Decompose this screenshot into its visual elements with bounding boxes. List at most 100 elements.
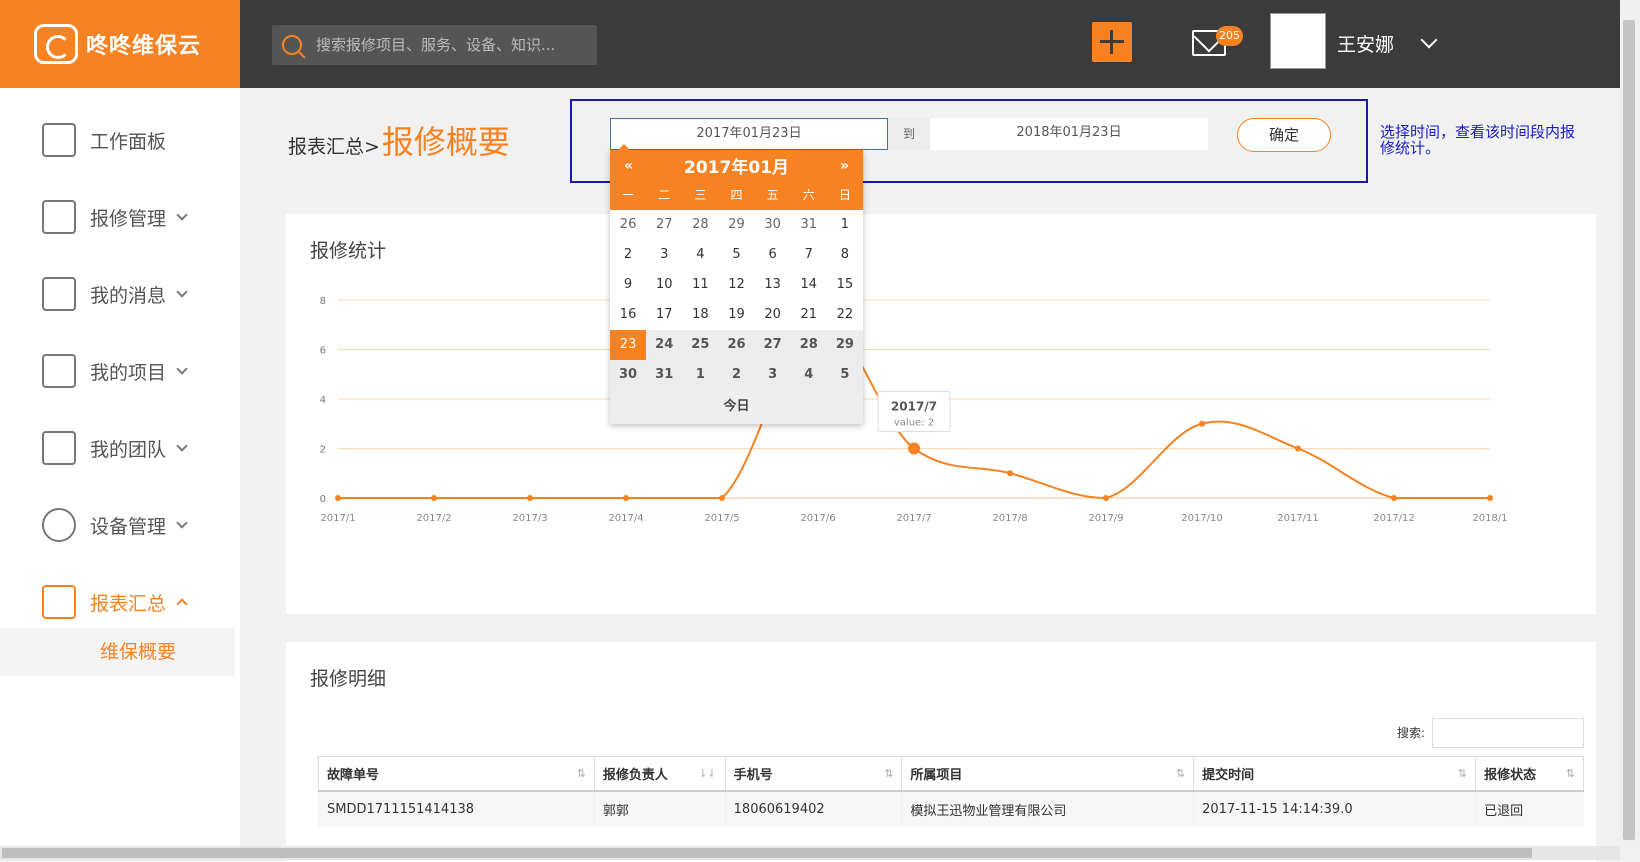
datepicker-day[interactable]: 18 <box>682 300 718 330</box>
avatar[interactable] <box>1270 13 1326 69</box>
datepicker-day[interactable]: 14 <box>791 270 827 300</box>
vertical-scroll-thumb[interactable] <box>1623 20 1635 840</box>
datepicker-day[interactable]: 8 <box>827 240 863 270</box>
datepicker-day[interactable]: 28 <box>682 210 718 240</box>
sidebar-subitem-maintenance-summary[interactable]: 维保概要 <box>0 628 235 676</box>
column-header[interactable]: 提交时间 ⇅ <box>1193 756 1477 792</box>
repair-detail-table: 故障单号 ⇅ 报修负责人 ⇂⇃ 手机号 ⇅ 所属项目 ⇅ 提交时间 ⇅ 报修状态 ⇅ SMDD1711… <box>318 756 1584 827</box>
date-range-hint: 选择时间，查看该时间段内报修统计。 <box>1380 123 1576 157</box>
datepicker-day[interactable]: 1 <box>827 210 863 240</box>
datepicker-day[interactable]: 29 <box>826 330 863 360</box>
datepicker-day[interactable]: 10 <box>646 270 682 300</box>
weekday-label: 日 <box>838 188 851 202</box>
global-search[interactable] <box>272 25 597 65</box>
weekday-label: 二 <box>658 188 671 202</box>
datepicker-day[interactable]: 2 <box>610 240 646 270</box>
datepicker-day[interactable]: 20 <box>755 300 791 330</box>
sidebar-item-messages[interactable]: 我的消息 <box>42 274 188 314</box>
column-header[interactable]: 手机号 ⇅ <box>724 756 903 792</box>
sidebar-item-equipment[interactable]: 设备管理 <box>42 505 188 545</box>
datepicker-day[interactable]: 12 <box>718 270 754 300</box>
datepicker-prev-button[interactable]: « <box>624 158 633 174</box>
datepicker-day[interactable]: 9 <box>610 270 646 300</box>
datepicker-day[interactable]: 23 <box>610 330 647 360</box>
chevron-down-icon[interactable] <box>1420 31 1438 49</box>
clipboard-icon <box>42 354 76 388</box>
weekday-label: 六 <box>802 188 815 202</box>
x-tick-label: 2017/9 <box>1088 513 1123 524</box>
datepicker-day[interactable]: 5 <box>826 360 863 390</box>
column-header-label: 故障单号 <box>327 767 380 783</box>
brand-logo[interactable]: 咚咚维保云 <box>0 0 240 88</box>
sidebar-item-label: 设备管理 <box>90 515 167 538</box>
datepicker-day[interactable]: 17 <box>646 300 682 330</box>
datepicker-day[interactable]: 21 <box>791 300 827 330</box>
table-search-input[interactable] <box>1432 718 1584 748</box>
datepicker-day[interactable]: 26 <box>718 330 755 360</box>
sort-icon[interactable]: ⇅ <box>1566 767 1575 780</box>
sort-icon[interactable]: ⇅ <box>884 767 893 780</box>
datepicker-day[interactable]: 1 <box>682 360 719 390</box>
sidebar-item-repairs[interactable]: 报修管理 <box>42 197 188 237</box>
datepicker-day[interactable]: 24 <box>646 330 683 360</box>
x-tick-label: 2017/10 <box>1181 513 1223 524</box>
datepicker-month-title[interactable]: 2017年01月 <box>684 153 789 178</box>
sort-icon[interactable]: ⇅ <box>577 767 586 780</box>
end-date-input[interactable]: 2018年01月23日 <box>930 118 1208 150</box>
column-header[interactable]: 故障单号 ⇅ <box>318 756 595 792</box>
vertical-scrollbar[interactable] <box>1620 0 1640 846</box>
datepicker-day[interactable]: 30 <box>755 210 791 240</box>
datepicker-day[interactable]: 6 <box>755 240 791 270</box>
datepicker-day[interactable]: 22 <box>827 300 863 330</box>
datepicker-weekdays: 一二三四五六日 <box>610 181 863 210</box>
sort-icon[interactable]: ⇅ <box>1458 767 1467 780</box>
datepicker-day[interactable]: 31 <box>646 360 683 390</box>
datepicker-day[interactable]: 31 <box>791 210 827 240</box>
start-date-input[interactable]: 2017年01月23日 <box>610 118 888 150</box>
datepicker-next-button[interactable]: » <box>840 158 849 174</box>
confirm-button[interactable]: 确定 <box>1237 118 1331 152</box>
datepicker-day[interactable]: 3 <box>646 240 682 270</box>
repair-stats-line-chart: 024682017/1 2017/2 2017/3 2017/4 2017/5 2017/… <box>320 296 1508 524</box>
datepicker-popup[interactable]: « 2017年01月 » 一二三四五六日 26 27 28 29 30 31 1 2 3 4 5 6 7… <box>610 144 863 424</box>
breadcrumb-parent[interactable]: 报表汇总> <box>288 132 380 159</box>
datepicker-day[interactable]: 7 <box>791 240 827 270</box>
datepicker-day[interactable]: 27 <box>754 330 791 360</box>
datepicker-day[interactable]: 25 <box>682 330 719 360</box>
sidebar-item-dashboard[interactable]: 工作面板 <box>42 120 166 160</box>
sort-icon[interactable]: ⇂⇃ <box>698 767 716 780</box>
datepicker-days: 26 27 28 29 30 31 1 2 3 4 5 6 7 8 9 10 11 12 13 14 15 16 17 18 1… <box>610 210 863 390</box>
datepicker-day[interactable]: 15 <box>827 270 863 300</box>
column-header[interactable]: 报修状态 ⇅ <box>1475 756 1584 792</box>
search-input[interactable] <box>316 36 576 54</box>
datepicker-day[interactable]: 3 <box>754 360 791 390</box>
datepicker-day[interactable]: 4 <box>682 240 718 270</box>
datepicker-day[interactable]: 28 <box>790 330 827 360</box>
datepicker-day[interactable]: 19 <box>718 300 754 330</box>
column-header-label: 报修状态 <box>1484 767 1537 783</box>
add-button[interactable] <box>1092 22 1132 62</box>
datepicker-day[interactable]: 4 <box>790 360 827 390</box>
search-icon[interactable] <box>282 35 302 55</box>
chevron-down-icon <box>176 286 188 298</box>
datepicker-day[interactable]: 16 <box>610 300 646 330</box>
datepicker-day[interactable]: 29 <box>718 210 754 240</box>
user-name[interactable]: 王安娜 <box>1337 30 1394 57</box>
datepicker-day[interactable]: 2 <box>718 360 755 390</box>
datepicker-day[interactable]: 13 <box>755 270 791 300</box>
table-row[interactable]: SMDD1711151414138 郭郭 18060619402 模拟王迅物业管理有限… <box>318 790 1584 827</box>
datepicker-today-button[interactable]: 今日 <box>610 390 863 424</box>
horizontal-scroll-thumb[interactable] <box>2 848 1532 858</box>
datepicker-day[interactable]: 26 <box>610 210 646 240</box>
column-header[interactable]: 所属项目 ⇅ <box>901 756 1195 792</box>
datepicker-day[interactable]: 30 <box>610 360 647 390</box>
datepicker-day[interactable]: 27 <box>646 210 682 240</box>
horizontal-scrollbar[interactable] <box>0 846 1620 860</box>
datepicker-day[interactable]: 11 <box>682 270 718 300</box>
sidebar-item-projects[interactable]: 我的项目 <box>42 351 188 391</box>
sort-icon[interactable]: ⇅ <box>1176 767 1185 780</box>
sidebar-item-team[interactable]: 我的团队 <box>42 428 188 468</box>
column-header[interactable]: 报修负责人 ⇂⇃ <box>593 756 726 792</box>
sidebar-item-reports[interactable]: 报表汇总 <box>42 582 188 622</box>
datepicker-day[interactable]: 5 <box>718 240 754 270</box>
